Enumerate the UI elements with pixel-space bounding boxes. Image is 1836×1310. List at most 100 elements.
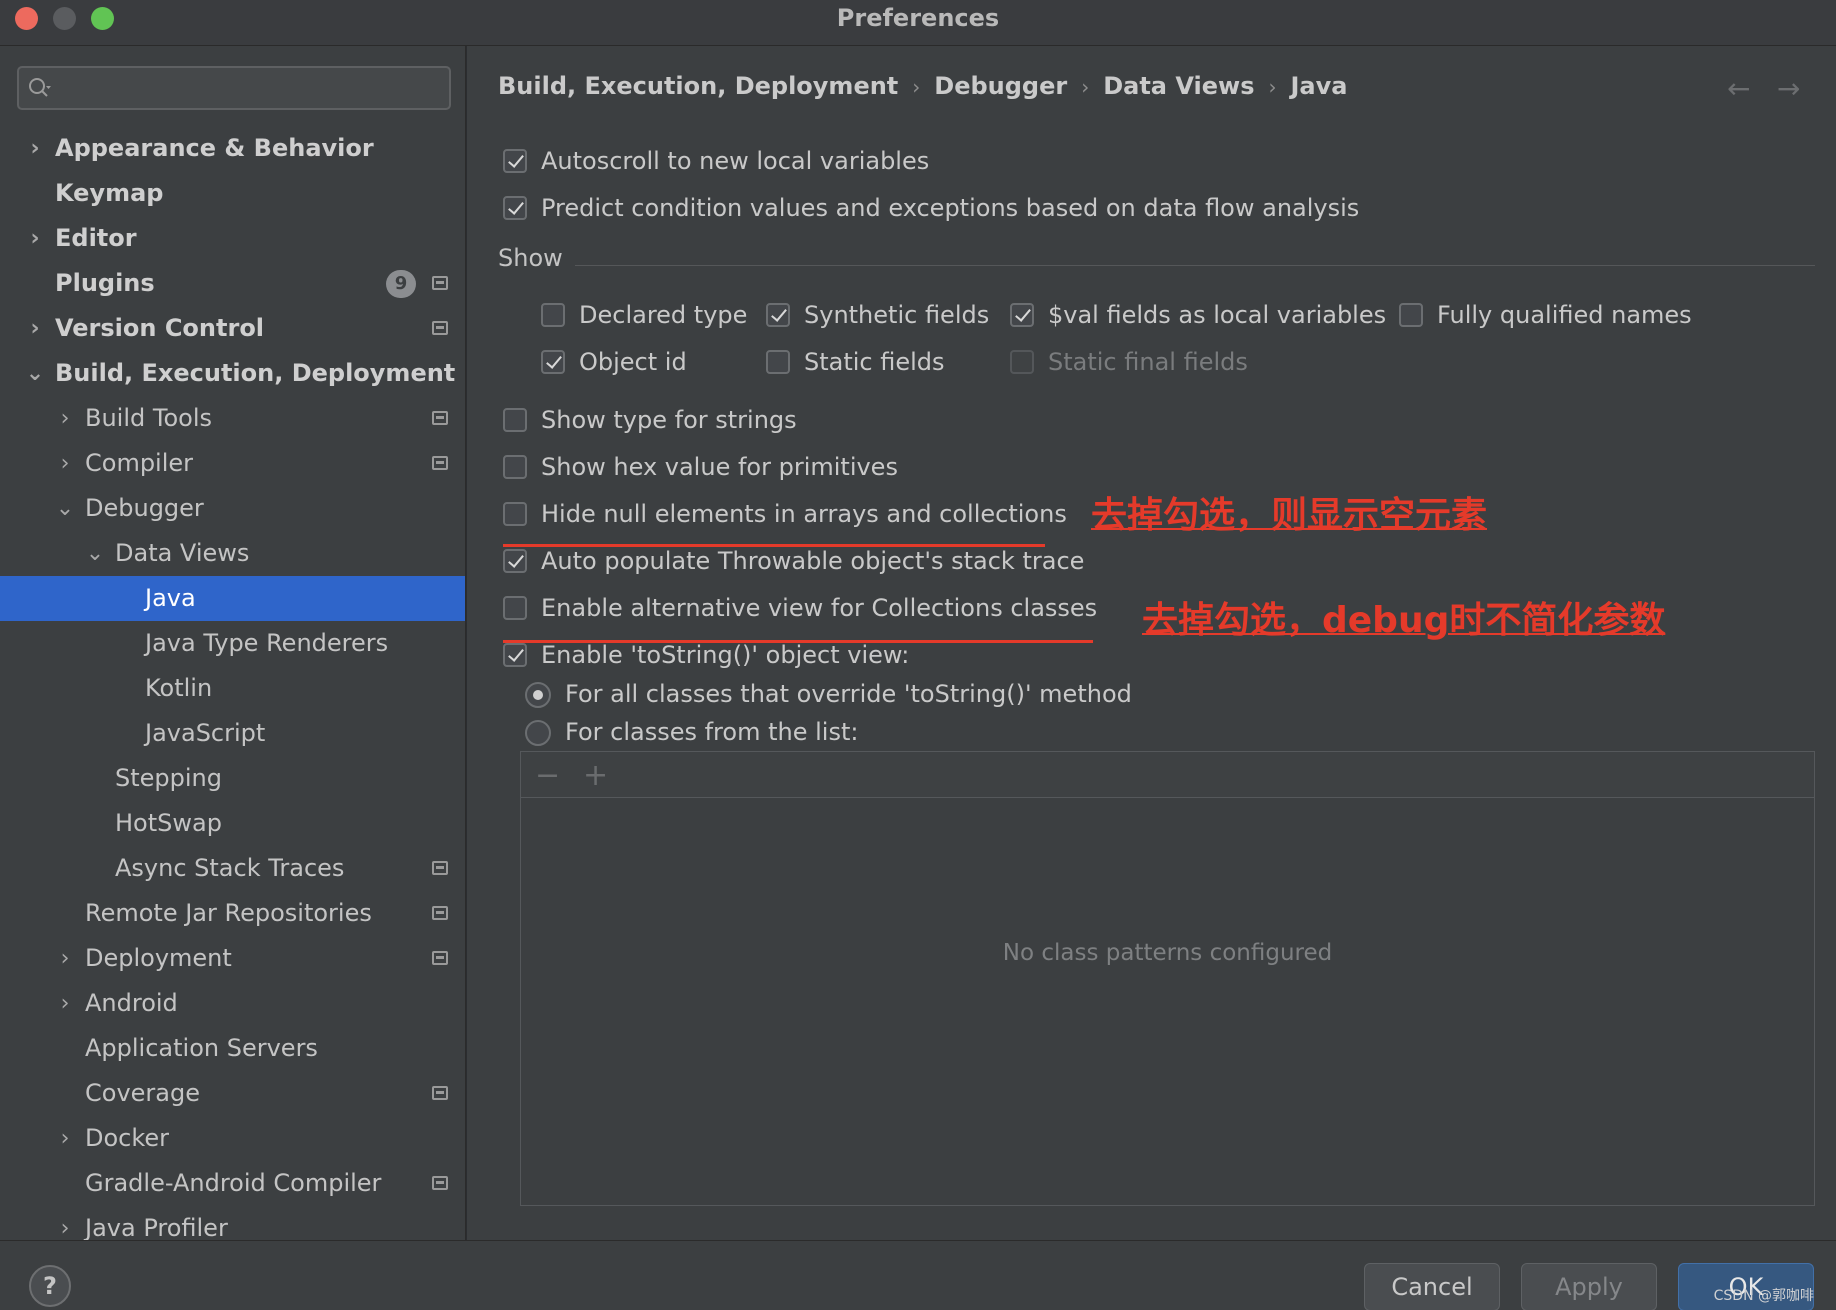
tree-item-coverage[interactable]: Coverage [0,1071,465,1116]
help-button[interactable]: ? [29,1265,71,1307]
project-settings-icon [432,1086,448,1100]
tree-item-async-stack-traces[interactable]: Async Stack Traces [0,846,465,891]
tree-item-label: Docker [85,1124,170,1152]
checkbox-box[interactable] [503,149,527,173]
tree-item-editor[interactable]: › Editor [0,216,465,261]
tree-item-build-tools[interactable]: › Build Tools [0,396,465,441]
breadcrumb-separator-icon: › [912,75,921,99]
project-settings-icon [432,411,448,425]
tree-item-kotlin[interactable]: Kotlin [0,666,465,711]
breadcrumb-item[interactable]: Debugger [934,72,1067,100]
checkbox-label: Static final fields [1048,348,1248,376]
checkbox-label: Hide null elements in arrays and collect… [541,500,1067,528]
checkbox-label: $val fields as local variables [1048,301,1387,329]
tree-item-java-type-renderers[interactable]: Java Type Renderers [0,621,465,666]
checkbox-box[interactable] [541,303,565,327]
chevron-right-icon[interactable]: › [25,126,45,171]
plugins-update-badge: 9 [386,270,416,298]
tree-item-debugger[interactable]: ⌄ Debugger [0,486,465,531]
tree-item-stepping[interactable]: Stepping [0,756,465,801]
tree-item-docker[interactable]: › Docker [0,1116,465,1161]
apply-button[interactable]: Apply [1521,1263,1657,1310]
tree-item-application-servers[interactable]: Application Servers [0,1026,465,1071]
chevron-right-icon[interactable]: › [55,981,75,1026]
tree-item-label: Build, Execution, Deployment [55,359,456,387]
checkbox-box[interactable] [503,596,527,620]
tree-item-label: Version Control [55,314,265,342]
checkbox-box[interactable] [503,196,527,220]
checkbox-label: Enable alternative view for Collections … [541,594,1098,622]
checkbox-box[interactable] [503,455,527,479]
dialog-footer: ? Cancel Apply OK CSDN @郭咖啡 [0,1240,1836,1310]
tree-item-compiler[interactable]: › Compiler [0,441,465,486]
chevron-right-icon[interactable]: › [55,396,75,441]
tree-item-appearance-behavior[interactable]: › Appearance & Behavior [0,126,465,171]
forward-arrow-icon[interactable]: → [1777,72,1800,105]
chevron-down-icon[interactable]: ⌄ [55,486,75,531]
tree-item-label: Java Type Renderers [145,629,389,657]
tree-item-remote-jar-repositories[interactable]: Remote Jar Repositories [0,891,465,936]
breadcrumb-item[interactable]: Build, Execution, Deployment [498,72,898,100]
radio-button[interactable] [525,720,551,746]
annotation-underline [503,640,1093,643]
project-settings-icon [432,456,448,470]
tree-item-plugins[interactable]: Plugins 9 [0,261,465,306]
checkbox-box[interactable] [1010,303,1034,327]
radio-label: For classes from the list: [565,718,859,746]
annotation-alt-view: 去掉勾选，debug时不简化参数 [1142,600,1666,641]
chevron-down-icon[interactable]: ⌄ [85,531,105,576]
checkbox-label: Autoscroll to new local variables [541,147,930,175]
settings-search-input[interactable] [17,66,451,110]
tree-item-java-profiler[interactable]: › Java Profiler [0,1206,465,1240]
breadcrumb-separator-icon: › [1081,75,1090,99]
checkbox-box[interactable] [766,303,790,327]
checkbox-box[interactable] [503,549,527,573]
settings-tree-sidebar: › Appearance & Behavior Keymap › Editor … [0,46,466,1240]
project-settings-icon [432,276,448,290]
tree-item-label: Deployment [85,944,232,972]
checkbox-box[interactable] [1399,303,1423,327]
tree-item-version-control[interactable]: › Version Control [0,306,465,351]
tree-item-label: Stepping [115,764,222,792]
checkbox-label: Fully qualified names [1437,301,1692,329]
tree-item-build-execution-deployment[interactable]: ⌄ Build, Execution, Deployment [0,351,465,396]
tree-item-label: Keymap [55,179,164,207]
chevron-right-icon[interactable]: › [25,216,45,261]
cancel-button[interactable]: Cancel [1364,1263,1500,1310]
tree-item-label: Async Stack Traces [115,854,345,882]
checkbox-box [1010,350,1034,374]
tree-item-javascript[interactable]: JavaScript [0,711,465,756]
tree-item-gradle-android-compiler[interactable]: Gradle-Android Compiler [0,1161,465,1206]
tree-item-hotswap[interactable]: HotSwap [0,801,465,846]
chevron-right-icon[interactable]: › [55,936,75,981]
tree-item-deployment[interactable]: › Deployment [0,936,465,981]
chevron-right-icon[interactable]: › [55,1206,75,1240]
project-settings-icon [432,861,448,875]
remove-pattern-button[interactable]: − [535,758,560,793]
chevron-right-icon[interactable]: › [55,441,75,486]
tree-item-label: JavaScript [145,719,266,747]
radio-button[interactable] [525,682,551,708]
add-pattern-button[interactable]: + [583,758,608,793]
breadcrumb-item[interactable]: Data Views [1103,72,1254,100]
tree-item-data-views[interactable]: ⌄ Data Views [0,531,465,576]
checkbox-box[interactable] [503,408,527,432]
checkbox-box[interactable] [541,350,565,374]
tree-item-label: Appearance & Behavior [55,134,374,162]
list-toolbar: − + [521,752,1814,798]
settings-content-panel: Build, Execution, Deployment › Debugger › Da… [467,46,1836,1240]
tree-item-java[interactable]: Java [0,576,465,621]
tree-item-android[interactable]: › Android [0,981,465,1026]
tree-item-label: HotSwap [115,809,222,837]
class-patterns-list[interactable]: − + No class patterns configured [520,751,1815,1206]
back-arrow-icon[interactable]: ← [1727,72,1750,105]
search-icon [29,78,51,97]
chevron-right-icon[interactable]: › [55,1116,75,1161]
checkbox-box[interactable] [766,350,790,374]
checkbox-box[interactable] [503,643,527,667]
project-settings-icon [432,1176,448,1190]
chevron-right-icon[interactable]: › [25,306,45,351]
tree-item-keymap[interactable]: Keymap [0,171,465,216]
checkbox-box[interactable] [503,502,527,526]
chevron-down-icon[interactable]: ⌄ [25,351,45,396]
